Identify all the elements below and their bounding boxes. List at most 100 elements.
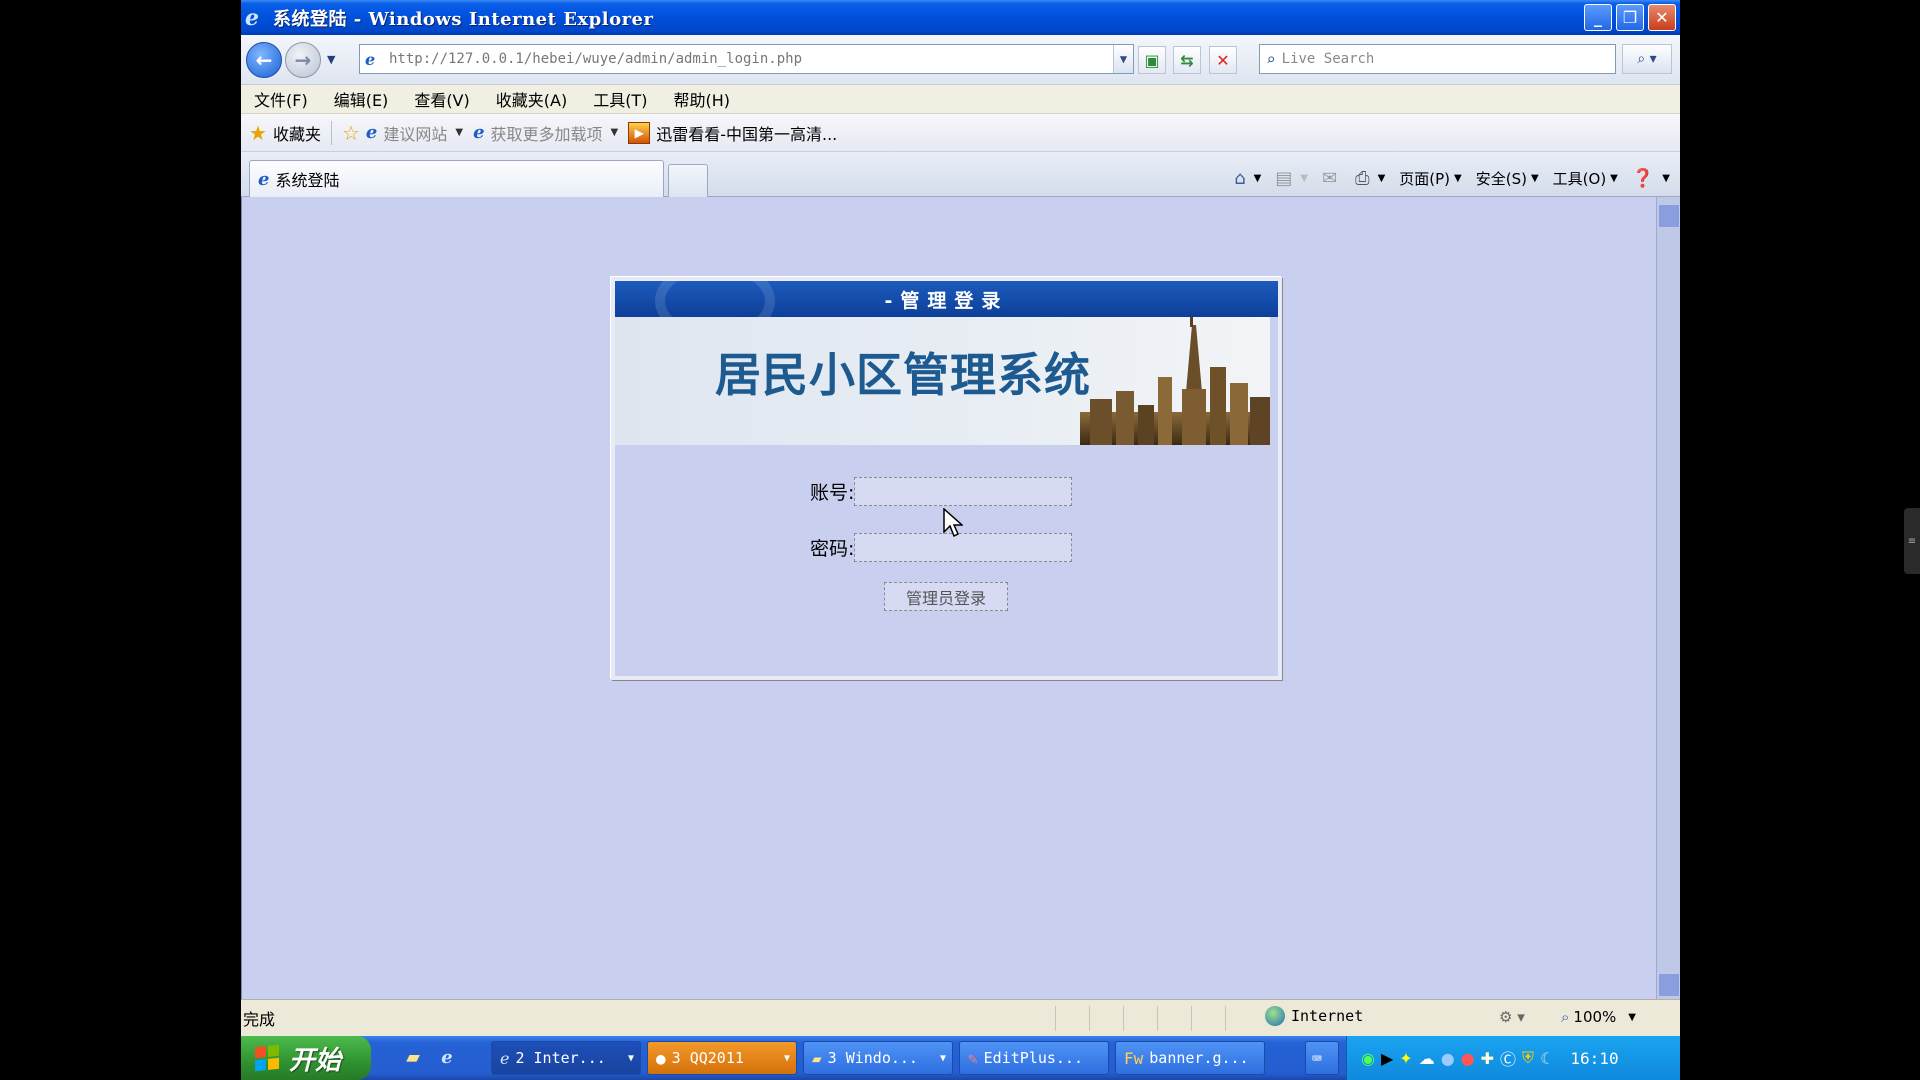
favorites-button[interactable]: 收藏夹 — [273, 121, 321, 145]
tray-cloud-icon[interactable]: ☁ — [1419, 1049, 1435, 1068]
task-banner-image[interactable]: Fw banner.g... — [1115, 1041, 1265, 1075]
menu-tools[interactable]: 工具(T) — [593, 87, 647, 111]
folder-icon[interactable]: ▰ — [401, 1045, 425, 1069]
tray-c-icon[interactable]: Ⓒ — [1500, 1046, 1516, 1070]
addons-icon: e — [473, 122, 485, 143]
tools-menu[interactable]: 工具(O) ▼ — [1553, 168, 1618, 189]
start-button[interactable]: 开始 — [241, 1036, 371, 1080]
favorites-item-suggested-sites[interactable]: 建议网站 — [383, 121, 447, 145]
system-tray: ◉ ▶ ✦ ☁ ● ● ✚ Ⓒ ⛨ ☾ 16:10 — [1346, 1036, 1680, 1080]
page-menu[interactable]: 页面(P) ▼ — [1399, 168, 1461, 189]
address-dropdown-icon[interactable]: ▼ — [1113, 45, 1133, 73]
navigation-bar: ← → ▼ e http://127.0.0.1/hebei/wuye/admi… — [241, 35, 1680, 85]
safety-menu[interactable]: 安全(S) ▼ — [1476, 168, 1539, 189]
mouse-cursor-icon — [943, 508, 963, 538]
password-label: 密码: — [810, 538, 855, 560]
minimize-button[interactable]: _ — [1584, 4, 1612, 31]
back-button[interactable]: ← — [246, 41, 282, 78]
tray-moon-icon[interactable]: ☾ — [1540, 1049, 1554, 1068]
search-box[interactable]: ⌕ Live Search — [1259, 44, 1616, 74]
clock: 16:10 — [1570, 1048, 1619, 1068]
chevron-down-icon[interactable]: ▼ — [1628, 1012, 1636, 1023]
task-qq[interactable]: ● 3 QQ2011 ▼ — [647, 1041, 797, 1075]
address-bar[interactable]: e http://127.0.0.1/hebei/wuye/admin/admi… — [359, 44, 1134, 74]
xunlei-icon: ▶ — [628, 121, 651, 144]
close-button[interactable]: ✕ — [1648, 4, 1676, 31]
divider — [330, 120, 332, 145]
help-button[interactable]: ❓ ▼ — [1632, 168, 1670, 189]
side-panel-handle[interactable]: ≡ — [1904, 508, 1920, 574]
zoom-control[interactable]: ⌕ 100% ▼ — [1561, 1008, 1636, 1026]
task-editplus[interactable]: ✎ EditPlus... — [959, 1041, 1109, 1075]
restore-button[interactable]: ❐ — [1616, 4, 1644, 31]
read-mail-button[interactable]: ✉ — [1322, 168, 1341, 189]
home-icon: ⌂ — [1234, 167, 1246, 189]
tray-qq-icon[interactable]: ● — [1461, 1049, 1475, 1068]
account-input[interactable] — [854, 477, 1073, 506]
tab-login[interactable]: e 系统登陆 — [249, 160, 664, 197]
tab-ie-icon: e — [258, 168, 270, 190]
status-panels — [1055, 1006, 1259, 1031]
tray-network-icon[interactable]: ◉ — [1361, 1049, 1375, 1068]
menu-help[interactable]: 帮助(H) — [673, 87, 730, 111]
vertical-scrollbar[interactable] — [1656, 197, 1680, 999]
account-row: 账号: — [810, 477, 1073, 506]
chevron-down-icon: ▼ — [783, 1052, 790, 1064]
address-url[interactable]: http://127.0.0.1/hebei/wuye/admin/admin_… — [389, 51, 802, 67]
stop-button[interactable]: ✕ — [1209, 46, 1237, 74]
add-favorite-icon[interactable]: ☆ — [342, 121, 360, 145]
ie-quicklaunch-icon[interactable]: e — [435, 1045, 459, 1069]
protected-mode-icon[interactable]: ⚙ ▾ — [1499, 1008, 1525, 1026]
ie-window: e 系统登陆 - Windows Internet Explorer _ ❐ ✕… — [241, 0, 1680, 1080]
login-banner: 居民小区管理系统 — [615, 317, 1270, 445]
menu-favorites[interactable]: 收藏夹(A) — [496, 87, 567, 111]
chevron-down-icon[interactable]: ▼ — [455, 127, 463, 138]
task-internet-explorer[interactable]: e 2 Inter... ▼ — [491, 1041, 641, 1075]
password-row: 密码: — [810, 533, 1073, 562]
scroll-up-arrow[interactable] — [1659, 205, 1679, 227]
zoom-level: 100% — [1573, 1008, 1617, 1026]
refresh-button[interactable]: ⇆ — [1173, 46, 1201, 74]
search-button[interactable]: ⌕ ▾ — [1622, 44, 1672, 74]
chevron-down-icon: ▼ — [939, 1052, 946, 1064]
menu-view[interactable]: 查看(V) — [414, 87, 469, 111]
tray-app-icon[interactable]: ✦ — [1399, 1049, 1412, 1068]
compatibility-icon[interactable]: ▣ — [1138, 46, 1166, 74]
chevron-down-icon[interactable]: ▼ — [611, 127, 619, 138]
menu-edit[interactable]: 编辑(E) — [334, 87, 389, 111]
keyboard-icon: ⌨ — [1312, 1048, 1322, 1068]
windows-flag-icon — [255, 1044, 279, 1072]
tray-bird-icon[interactable]: ● — [1441, 1049, 1455, 1068]
login-header-title: -管理登录 — [884, 289, 1009, 312]
search-icon: ⌕ — [1266, 49, 1276, 69]
title-bar: e 系统登陆 - Windows Internet Explorer _ ❐ ✕ — [241, 0, 1680, 35]
login-panel: -管理登录 居民小区管理系统 账号: 密码: 管理员登录 — [611, 277, 1282, 680]
printer-icon: ⎙ — [1355, 167, 1370, 189]
history-dropdown-icon[interactable]: ▼ — [327, 53, 335, 66]
search-placeholder: Live Search — [1281, 51, 1375, 67]
city-skyline-icon — [1080, 317, 1270, 445]
scroll-down-arrow[interactable] — [1659, 974, 1679, 996]
tab-bar: e 系统登陆 ⌂ ▼ ▤ ▼ ✉ ⎙ ▼ 页面(P) ▼ 安全(S) ▼ 工具(O) ▼ ❓… — [241, 152, 1680, 197]
favorites-item-xunlei[interactable]: 迅雷看看-中国第一高清... — [656, 121, 837, 145]
task-windows-explorer[interactable]: ▰ 3 Windo... ▼ — [803, 1041, 953, 1075]
home-button[interactable]: ⌂ ▼ — [1234, 168, 1261, 189]
ie-logo-icon: e — [245, 4, 259, 31]
print-button[interactable]: ⎙ ▼ — [1355, 168, 1385, 189]
forward-button[interactable]: → — [285, 41, 321, 78]
feeds-button[interactable]: ▤ ▼ — [1275, 168, 1308, 189]
page-content: -管理登录 居民小区管理系统 账号: 密码: 管理员登录 — [241, 197, 1656, 999]
tray-shield-icon[interactable]: ⛨ — [1522, 1048, 1534, 1068]
tray-update-icon[interactable]: ✚ — [1481, 1049, 1494, 1068]
password-input[interactable] — [854, 533, 1073, 562]
new-tab-button[interactable] — [668, 164, 708, 197]
language-bar[interactable]: ⌨ — [1305, 1041, 1339, 1075]
security-zone[interactable]: Internet — [1265, 1006, 1363, 1026]
ie-icon: e — [500, 1048, 510, 1068]
status-text: 完成 — [243, 1010, 276, 1029]
editplus-icon: ✎ — [968, 1048, 978, 1068]
tray-player-icon[interactable]: ▶ — [1381, 1049, 1393, 1068]
menu-file[interactable]: 文件(F) — [254, 87, 308, 111]
admin-login-button[interactable]: 管理员登录 — [884, 582, 1008, 611]
favorites-item-addons[interactable]: 获取更多加载项 — [491, 121, 603, 145]
